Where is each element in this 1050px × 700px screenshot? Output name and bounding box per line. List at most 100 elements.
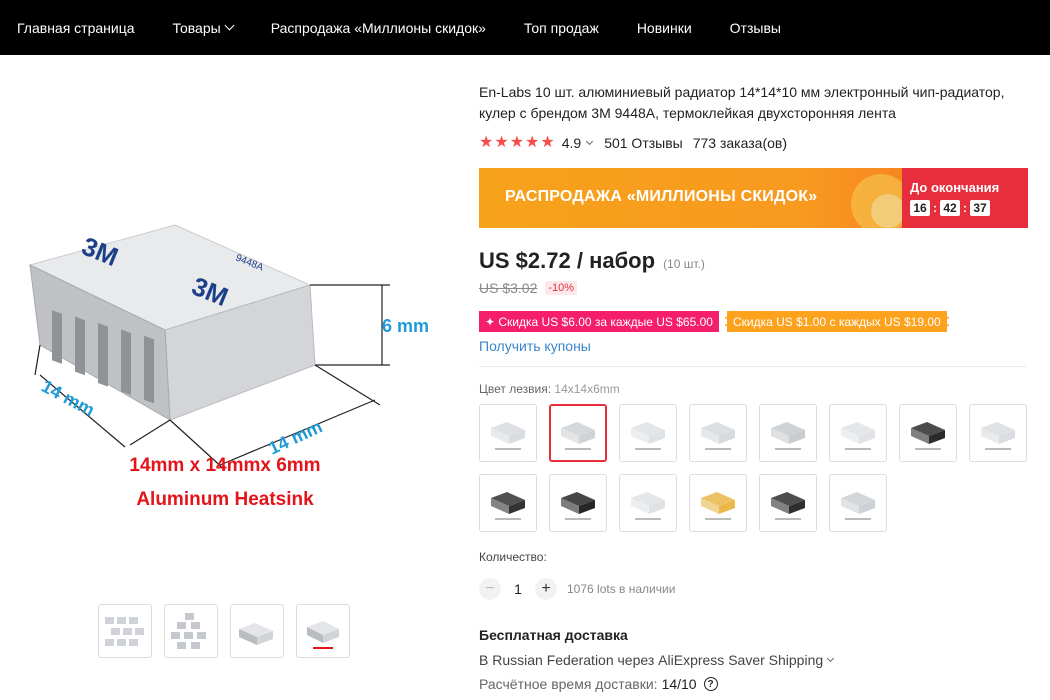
rating-score[interactable]: 4.9 (562, 135, 581, 151)
variant-option[interactable] (619, 404, 677, 462)
variant-label-row: Цвет лезвия: 14x14x6mm (479, 382, 620, 396)
countdown-colon: : (963, 201, 967, 215)
product-gallery: 3M 3M 9448A 6 mm 14 mm 14 mm 14mm x 14mm… (0, 55, 470, 700)
star-icon: ★ (494, 134, 509, 151)
nav-top-sales-label: Топ продаж (523, 19, 599, 36)
dim-right-label: 14 mm (265, 416, 325, 458)
current-price: US $2.72 / набор (479, 248, 656, 273)
thumbnail[interactable] (230, 604, 284, 658)
orders-count: 773 заказа(ов) (692, 135, 787, 151)
variant-option[interactable] (479, 474, 537, 532)
countdown-seconds: 37 (970, 200, 990, 216)
nav-reviews-label: Отзывы (729, 19, 781, 36)
top-nav: Главная страница Товары Распродажа «Милл… (0, 0, 1050, 55)
quantity-label: Количество: (479, 550, 547, 564)
thumbnail[interactable] (98, 604, 152, 658)
variant-image (701, 492, 735, 520)
countdown-digits: 16 : 42 : 37 (910, 200, 990, 216)
nav-top-sales[interactable]: Топ продаж (505, 20, 618, 36)
stock-count: 1076 lots в наличии (567, 582, 676, 596)
image-caption-material: Aluminum Heatsink (136, 489, 314, 510)
quantity-decrease-button[interactable]: − (479, 578, 501, 600)
sale-banner-title: РАСПРОДАЖА «МИЛЛИОНЫ СКИДОК» (505, 188, 818, 205)
variant-image (561, 422, 595, 450)
nav-sale-label: Распродажа «Миллионы скидок» (270, 19, 486, 36)
thumbnail-strip (98, 604, 350, 658)
get-coupons-link[interactable]: Получить купоны (479, 338, 591, 354)
dim-height-label: 6 mm (382, 316, 429, 336)
nav-new[interactable]: Новинки (618, 20, 711, 36)
thumbnail-image (105, 617, 144, 646)
variant-image (631, 422, 665, 450)
variant-image (491, 422, 525, 450)
banner-decoration (871, 194, 905, 228)
thumbnail-image (307, 621, 339, 649)
chevron-down-icon (827, 654, 835, 663)
chevron-down-icon (224, 20, 235, 31)
star-icon: ★ (509, 134, 525, 151)
variant-option[interactable] (479, 404, 537, 462)
nav-products-label: Товары (172, 19, 221, 36)
countdown-timer: До окончания 16 : 42 : 37 (902, 168, 1028, 228)
variant-image (771, 422, 805, 450)
divider (479, 366, 1026, 367)
variant-image (841, 422, 875, 450)
variant-option[interactable] (759, 404, 817, 462)
nav-new-label: Новинки (636, 19, 692, 36)
thumbnail[interactable] (164, 604, 218, 658)
variant-image (491, 492, 525, 520)
thumbnail-image (239, 623, 273, 645)
nav-products[interactable]: Товары (154, 20, 252, 36)
variant-option[interactable] (829, 474, 887, 532)
star-icon: ★ (525, 134, 540, 151)
price-unit: (10 шт.) (663, 257, 705, 271)
variant-image (771, 492, 805, 520)
nav-reviews[interactable]: Отзывы (711, 20, 800, 36)
countdown-hours: 16 (910, 200, 930, 216)
coupon-select-discount[interactable]: Скидка US $1.00 с каждых US $19.00 (724, 311, 949, 332)
variant-option[interactable] (969, 404, 1027, 462)
variant-option[interactable] (549, 404, 607, 462)
shipping-title: Бесплатная доставка (479, 627, 628, 643)
variant-label: Цвет лезвия: (479, 382, 552, 396)
quantity-stepper: − 1 + 1076 lots в наличии (479, 578, 675, 600)
reviews-link[interactable]: 501 Отзывы (604, 135, 683, 151)
star-icon: ★ (540, 134, 555, 151)
quantity-increase-button[interactable]: + (535, 578, 557, 600)
shipping-method[interactable]: В Russian Federation через AliExpress Sa… (479, 652, 835, 668)
countdown-minutes: 42 (940, 200, 960, 216)
sale-banner[interactable]: РАСПРОДАЖА «МИЛЛИОНЫ СКИДОК» До окончани… (479, 168, 1028, 228)
nav-home-label: Главная страница (17, 19, 135, 36)
variant-option[interactable] (689, 474, 747, 532)
variant-grid (479, 404, 1039, 532)
discount-badge: -10% (545, 281, 578, 295)
thumbnail[interactable] (296, 604, 350, 658)
rating-row: ★ ★ ★ ★ ★ 4.9 501 Отзывы 773 заказа(ов) (479, 134, 787, 152)
variant-image (561, 492, 595, 520)
countdown-colon: : (933, 201, 937, 215)
countdown-label: До окончания (910, 180, 1000, 195)
variant-option[interactable] (549, 474, 607, 532)
delivery-eta: Расчётное время доставки: 14/10 ? (479, 676, 718, 692)
chevron-down-icon[interactable] (586, 137, 594, 146)
eta-value: 14/10 (661, 676, 697, 692)
variant-image (631, 492, 665, 520)
variant-option[interactable] (759, 474, 817, 532)
coupon-store-discount[interactable]: ✦ Скидка US $6.00 за каждые US $65.00 (479, 311, 719, 332)
variant-option[interactable] (829, 404, 887, 462)
star-icon: ★ (479, 134, 494, 151)
thumbnail-image (171, 613, 206, 649)
nav-home[interactable]: Главная страница (0, 20, 154, 36)
variant-image (841, 492, 875, 520)
quantity-value[interactable]: 1 (501, 581, 535, 597)
variant-option[interactable] (619, 474, 677, 532)
nav-sale[interactable]: Распродажа «Миллионы скидок» (252, 20, 505, 36)
variant-option[interactable] (899, 404, 957, 462)
variant-option[interactable] (689, 404, 747, 462)
old-price-row: US $3.02 -10% (479, 280, 578, 296)
help-icon[interactable]: ? (703, 677, 718, 691)
old-price: US $3.02 (479, 280, 538, 296)
eta-label: Расчётное время доставки: (479, 676, 658, 692)
product-title: En-Labs 10 шт. алюминиевый радиатор 14*1… (479, 84, 1005, 121)
dim-left-label: 14 mm (38, 376, 98, 420)
